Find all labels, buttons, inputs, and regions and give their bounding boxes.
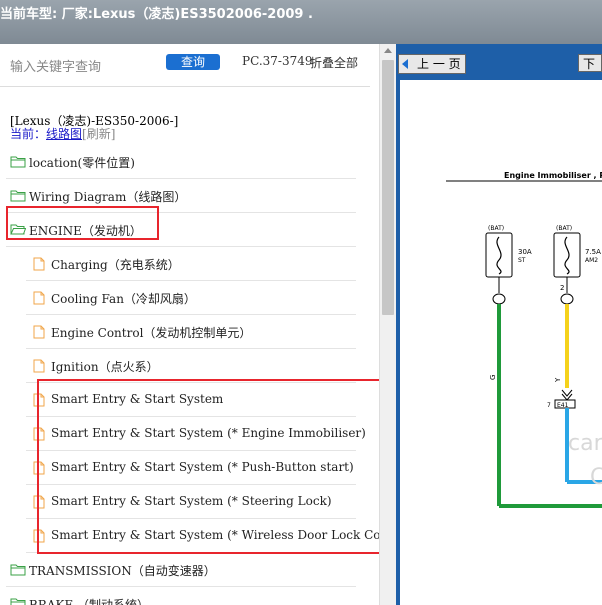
collapse-all-link[interactable]: 折叠全部	[310, 54, 358, 71]
pin-number: 2	[560, 284, 564, 292]
current-prefix: 当前：	[10, 127, 47, 141]
fuse2-name: AM2	[585, 257, 598, 264]
connector-2	[560, 293, 574, 305]
folder-icon	[10, 597, 26, 605]
e41-pin: 7	[547, 402, 551, 409]
fuse1-name: ST	[518, 257, 526, 264]
watermark: car	[568, 431, 602, 456]
folder-icon	[10, 155, 26, 171]
breadcrumb: [Lexus（凌志)-ES350-2006-]	[10, 114, 179, 128]
top-bar: 当前车型: 厂家:Lexus（凌志)ES3502006-2009 .	[0, 0, 602, 44]
scrollbar[interactable]	[379, 44, 397, 605]
tree-item[interactable]: BRAKE （制动系统）	[6, 586, 356, 605]
arrow-left-icon	[402, 59, 408, 69]
folder-icon	[10, 189, 26, 205]
bat-label-2: (BAT)	[556, 225, 572, 232]
pc-code: PC.37-3749	[242, 54, 313, 68]
tree-item-label: location(零件位置)	[29, 156, 135, 170]
car-model-title: 当前车型: 厂家:Lexus（凌志)ES3502006-2009 .	[0, 7, 313, 22]
search-input[interactable]: 输入关键字查询	[10, 56, 160, 75]
fuse-box-1	[485, 232, 513, 278]
left-panel: 输入关键字查询 查询 PC.37-3749 折叠全部 [Lexus（凌志)-ES…	[0, 44, 379, 605]
tree-item[interactable]: Ignition（点火系）	[26, 348, 356, 383]
wire-y-label: Y	[554, 377, 562, 383]
tree-item-label: BRAKE （制动系统）	[29, 598, 150, 605]
tree-item[interactable]: Charging（充电系统）	[26, 246, 356, 281]
tree-item[interactable]: Cooling Fan（冷却风扇）	[26, 280, 356, 315]
scroll-up-icon[interactable]	[384, 48, 392, 53]
fuse2-rating: 7.5A	[585, 248, 601, 256]
wire-g-label: G	[489, 375, 497, 380]
fuse1-rating: 30A	[518, 248, 532, 256]
diagram-page: Engine Immobiliser , Pus (BAT) (BAT) 30A…	[400, 80, 602, 605]
e41-label: E41	[557, 402, 569, 409]
tree-item-label: Cooling Fan（冷却风扇）	[51, 292, 196, 306]
tree-item-label: Ignition（点火系）	[51, 360, 159, 374]
divider	[0, 86, 370, 87]
tree-item[interactable]: Engine Control（发动机控制单元）	[26, 314, 356, 349]
scroll-thumb[interactable]	[382, 60, 394, 315]
current-link[interactable]: 线路图	[46, 127, 82, 141]
refresh-link[interactable]: [刷新]	[82, 127, 115, 141]
document-icon	[33, 359, 45, 376]
wiring-diagram: Engine Immobiliser , Pus (BAT) (BAT) 30A…	[446, 171, 602, 508]
tree-item[interactable]: TRANSMISSION（自动变速器）	[6, 552, 356, 587]
tree-item[interactable]: location(零件位置)	[6, 144, 356, 179]
diagram-viewer: 上 一 页 下 Engine Immobiliser , Pus (BAT) (…	[396, 44, 602, 605]
search-button[interactable]: 查询	[166, 54, 220, 70]
next-page-button[interactable]: 下	[578, 54, 602, 72]
current-location: 当前：线路图[刷新]	[10, 127, 115, 141]
prev-page-button[interactable]: 上 一 页	[398, 54, 466, 74]
bat-label-1: (BAT)	[488, 225, 504, 232]
connector-1	[492, 293, 506, 305]
tree-item-label: TRANSMISSION（自动变速器）	[29, 564, 216, 578]
watermark-2: C	[590, 465, 602, 490]
document-icon	[33, 257, 45, 274]
document-icon	[33, 325, 45, 342]
fuse-box-2	[553, 232, 581, 278]
document-icon	[33, 291, 45, 308]
folder-icon	[10, 563, 26, 579]
tree-item-label: Charging（充电系统）	[51, 258, 180, 272]
highlight-box-smart-entry	[37, 379, 379, 554]
prev-page-label: 上 一 页	[417, 57, 461, 71]
tree-item-label: Engine Control（发动机控制单元）	[51, 326, 252, 340]
diagram-title: Engine Immobiliser , Pus	[504, 171, 602, 180]
splice-chevron-icon	[561, 389, 573, 401]
tree-item-label: Wiring Diagram（线路图）	[29, 190, 187, 204]
highlight-box-engine	[6, 206, 159, 240]
